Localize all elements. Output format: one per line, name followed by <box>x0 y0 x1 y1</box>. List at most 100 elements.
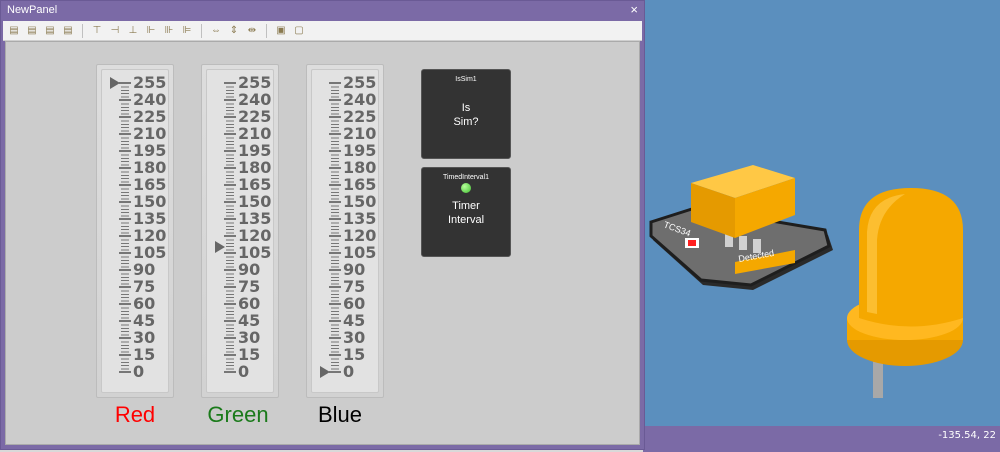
major-tick <box>119 269 131 271</box>
major-tick <box>329 354 341 356</box>
major-tick <box>119 184 131 186</box>
major-tick <box>224 235 236 237</box>
close-icon[interactable]: × <box>630 2 638 17</box>
major-tick <box>224 269 236 271</box>
tick-label: 45 <box>343 311 366 330</box>
distribute-icon[interactable]: ▤ <box>61 24 75 38</box>
tick-label: 15 <box>238 345 261 364</box>
slider-green[interactable]: 255 240 225 210 195 180 165 150 135 120 105 90 75 60 4… <box>201 64 279 398</box>
timed-interval-card[interactable]: TimedInterval1 Timer Interval <box>421 167 511 257</box>
spacing-h-icon[interactable]: ⇔ <box>209 24 223 38</box>
major-tick <box>329 320 341 322</box>
toolbar-separator <box>266 23 267 38</box>
minor-ticks <box>331 83 339 373</box>
coordinate-readout: -135.54, 22 <box>938 430 996 441</box>
pin <box>739 236 747 250</box>
tick-label: 75 <box>238 277 261 296</box>
tick-label: 15 <box>343 345 366 364</box>
major-tick <box>224 218 236 220</box>
major-tick <box>329 286 341 288</box>
tick-label: 120 <box>238 226 272 245</box>
tick-label: 60 <box>133 294 156 313</box>
card-name: IsSim1 <box>455 76 477 83</box>
major-tick <box>224 99 236 101</box>
major-tick <box>224 337 236 339</box>
window-title: NewPanel <box>7 4 58 16</box>
align-center-icon[interactable]: ▤ <box>25 24 39 38</box>
tick-label: 150 <box>343 192 377 211</box>
card-text-line1: Is <box>461 102 471 114</box>
major-tick <box>329 218 341 220</box>
size-height-icon[interactable]: ⊫ <box>180 24 194 38</box>
major-tick <box>119 286 131 288</box>
send-back-icon[interactable]: ▢ <box>292 24 306 38</box>
tick-label: 180 <box>343 158 377 177</box>
major-tick <box>329 133 341 135</box>
major-tick <box>329 235 341 237</box>
tick-label: 45 <box>133 311 156 330</box>
major-tick <box>119 303 131 305</box>
major-tick <box>119 252 131 254</box>
tick-label: 180 <box>238 158 272 177</box>
major-tick <box>224 201 236 203</box>
tick-label: 90 <box>238 260 261 279</box>
minor-ticks <box>226 83 234 373</box>
slider-pointer-icon[interactable] <box>110 77 120 89</box>
size-width-icon[interactable]: ⊪ <box>162 24 176 38</box>
card-name: TimedInterval1 <box>442 174 490 181</box>
tick-label: 255 <box>343 73 377 92</box>
major-tick <box>119 235 131 237</box>
align-middle-icon[interactable]: ⊣ <box>108 24 122 38</box>
major-tick <box>119 150 131 152</box>
tick-label: 45 <box>238 311 261 330</box>
align-left-icon[interactable]: ▤ <box>7 24 21 38</box>
tick-label: 75 <box>343 277 366 296</box>
tick-label: 150 <box>238 192 272 211</box>
slider-blue[interactable]: 255 240 225 210 195 180 165 150 135 120 105 90 75 60 4… <box>306 64 384 398</box>
tick-label: 0 <box>343 362 355 381</box>
tick-label: 255 <box>133 73 167 92</box>
major-tick <box>119 167 131 169</box>
spacing-equal-icon[interactable]: ⇹ <box>245 24 259 38</box>
tick-label: 135 <box>133 209 167 228</box>
major-tick <box>224 252 236 254</box>
align-baseline-icon[interactable]: ⊩ <box>144 24 158 38</box>
align-right-icon[interactable]: ▤ <box>43 24 57 38</box>
align-top-icon[interactable]: ⊤ <box>90 24 104 38</box>
major-tick <box>119 99 131 101</box>
align-bottom-icon[interactable]: ⊥ <box>126 24 140 38</box>
major-tick <box>119 201 131 203</box>
major-tick <box>119 337 131 339</box>
spacing-v-icon[interactable]: ⇕ <box>227 24 241 38</box>
tick-label: 210 <box>343 124 377 143</box>
slider-pointer-icon[interactable] <box>215 241 225 254</box>
tick-label: 195 <box>133 141 167 160</box>
major-tick <box>224 133 236 135</box>
card-text-line2: Sim? <box>453 116 479 128</box>
major-tick <box>224 286 236 288</box>
tick-label: 90 <box>133 260 156 279</box>
3d-viewport[interactable]: Detected TCS34 <box>643 0 1000 426</box>
tick-label: 225 <box>133 107 167 126</box>
issim-card[interactable]: IsSim1 Is Sim? <box>421 69 511 159</box>
major-tick <box>329 337 341 339</box>
major-tick <box>224 82 236 84</box>
tick-label: 165 <box>238 175 272 194</box>
bring-front-icon[interactable]: ▣ <box>274 24 288 38</box>
tick-label: 0 <box>238 362 250 381</box>
tick-label: 195 <box>238 141 272 160</box>
slider-pointer-icon[interactable] <box>320 366 330 378</box>
tick-label: 75 <box>133 277 156 296</box>
toolbar: ▤ ▤ ▤ ▤ ⊤ ⊣ ⊥ ⊩ ⊪ ⊫ ⇔ ⇕ ⇹ ▣ ▢ <box>3 21 642 41</box>
major-tick <box>329 252 341 254</box>
major-tick <box>329 116 341 118</box>
major-tick <box>224 150 236 152</box>
tick-label: 225 <box>238 107 272 126</box>
card-text-line2: Interval <box>447 214 485 226</box>
slider-red[interactable]: 255 240 225 210 195 180 165 150 135 120 105 90 75 60 4… <box>96 64 174 398</box>
panel-window: NewPanel × ▤ ▤ ▤ ▤ ⊤ ⊣ ⊥ ⊩ ⊪ ⊫ ⇔ ⇕ ⇹ ▣ ▢… <box>0 0 645 450</box>
title-bar[interactable]: NewPanel × <box>1 1 644 21</box>
major-tick <box>119 354 131 356</box>
tick-label: 240 <box>238 90 272 109</box>
major-tick <box>224 303 236 305</box>
